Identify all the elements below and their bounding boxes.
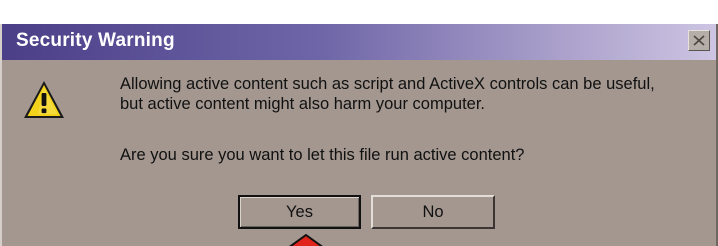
title-bar[interactable]: Security Warning — [2, 24, 716, 60]
message-line-2: but active content might also harm your … — [120, 95, 486, 113]
security-warning-dialog: Security Warning Allowing active content… — [0, 24, 718, 246]
close-icon — [693, 35, 705, 46]
confirmation-question: Are you sure you want to let this file r… — [120, 146, 525, 164]
warning-message: Allowing active content such as script a… — [120, 74, 710, 114]
dialog-title: Security Warning — [16, 30, 175, 51]
no-button[interactable]: No — [371, 195, 495, 229]
yes-button[interactable]: Yes — [238, 195, 361, 229]
close-button[interactable] — [688, 30, 710, 51]
warning-triangle-icon — [24, 81, 64, 118]
message-line-1: Allowing active content such as script a… — [120, 75, 655, 93]
pointer-arrow-icon — [289, 234, 323, 246]
